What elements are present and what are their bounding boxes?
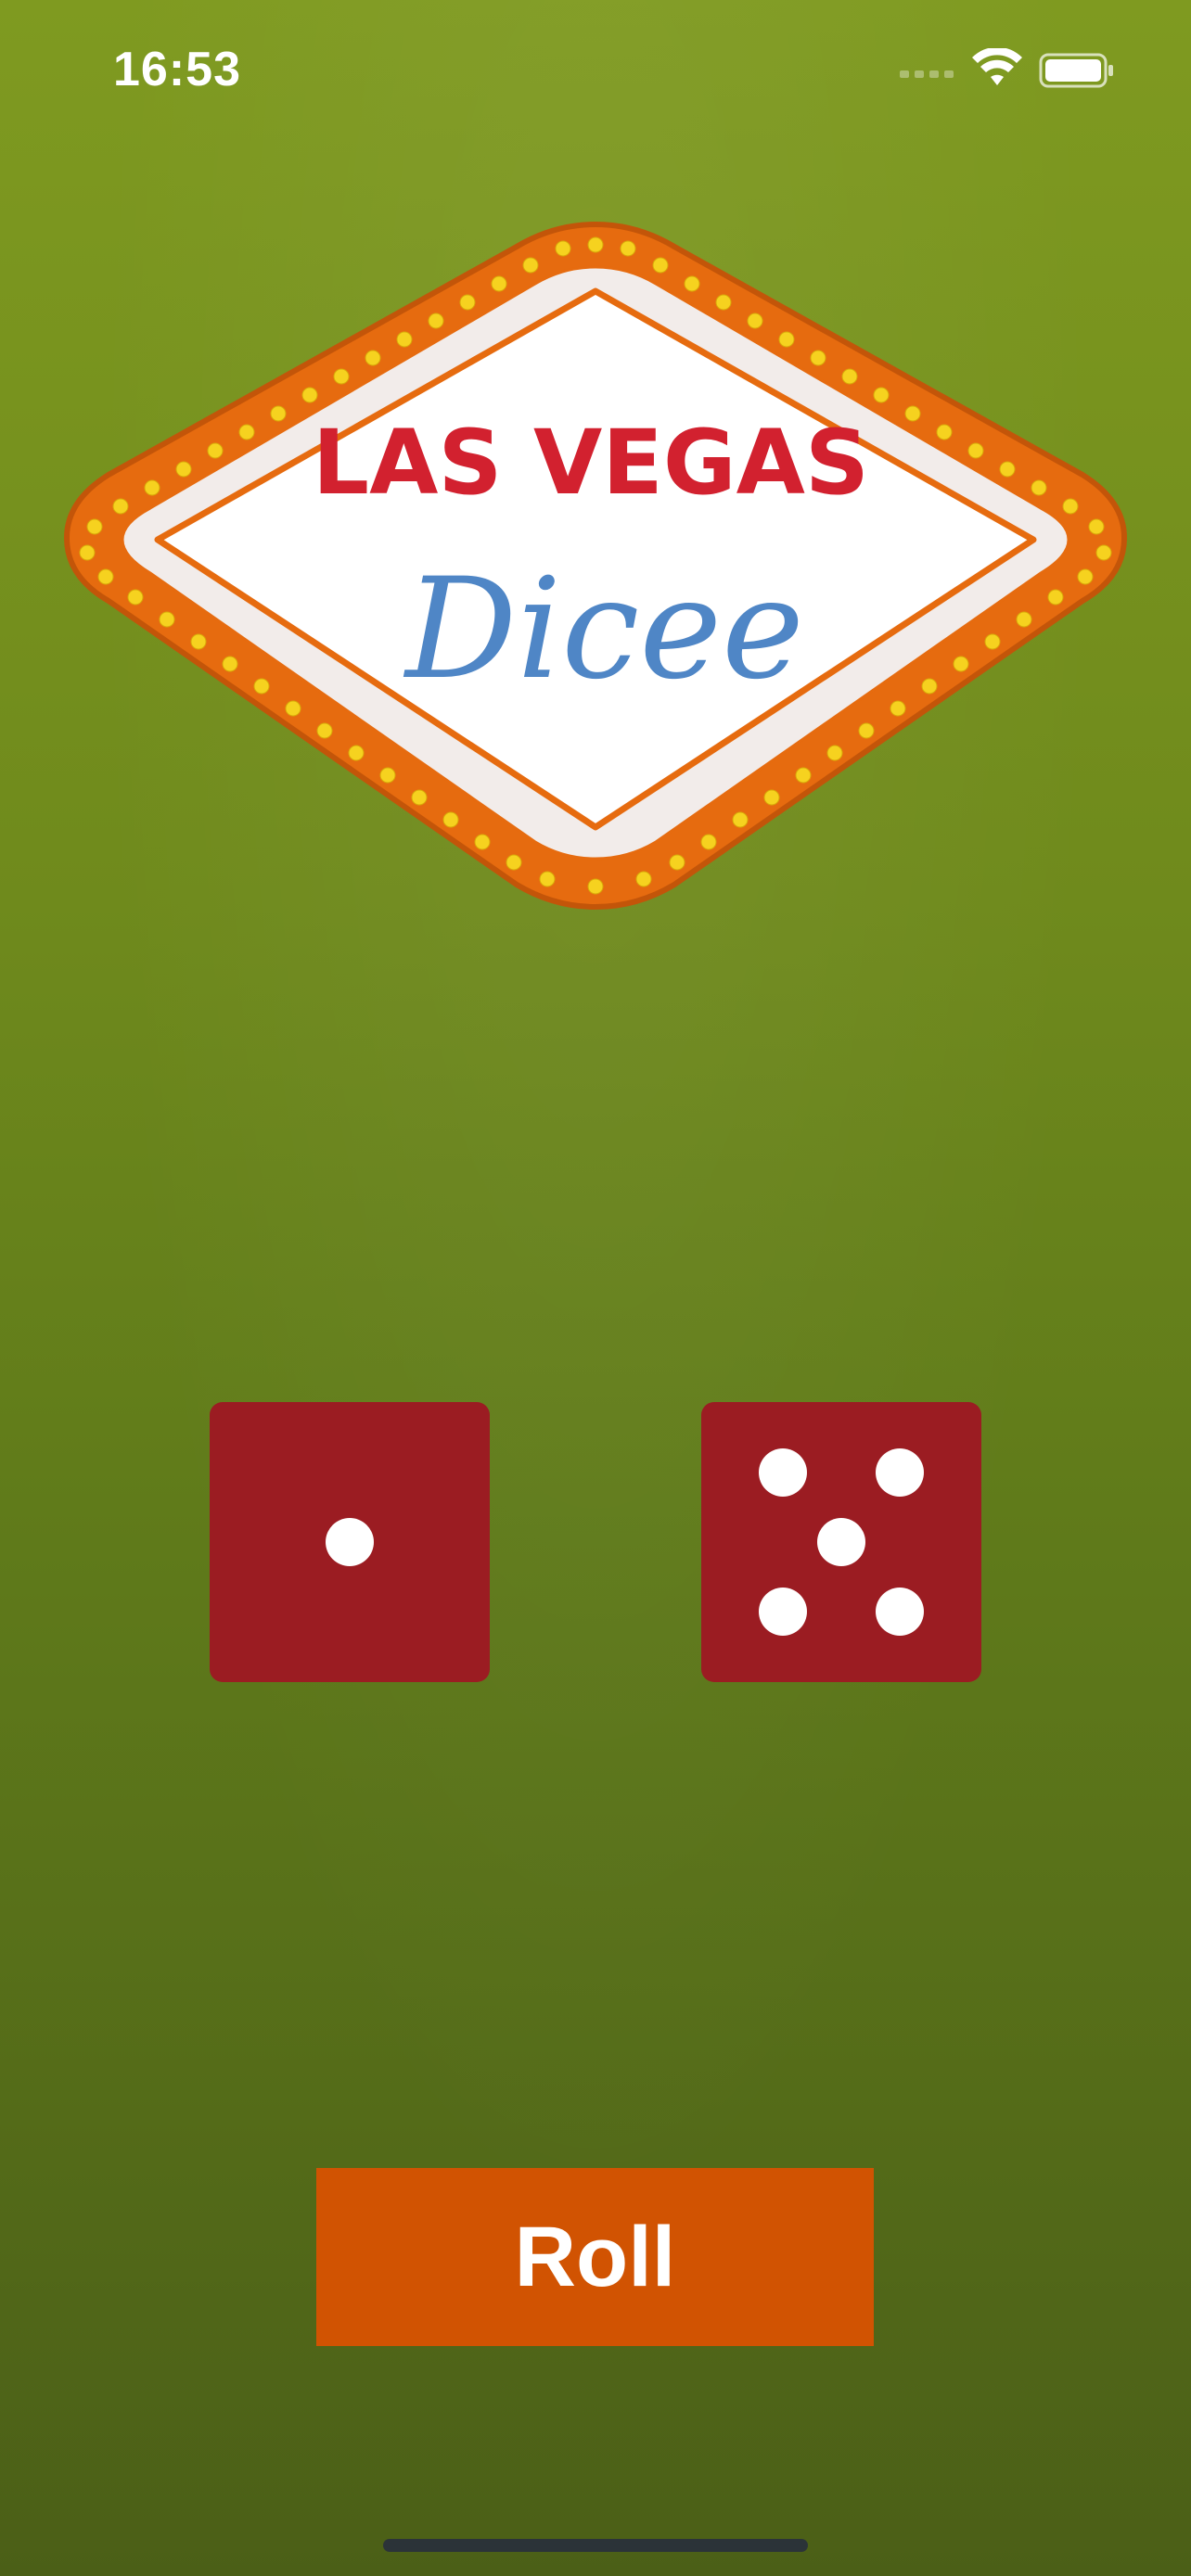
- roll-button[interactable]: Roll: [316, 2168, 874, 2346]
- las-vegas-dicee-logo: LAS VEGAS Dicee: [63, 221, 1128, 911]
- cellular-signal-icon: [900, 70, 954, 78]
- pip: [876, 1588, 924, 1636]
- dice-right: [701, 1402, 981, 1682]
- pip: [759, 1588, 807, 1636]
- logo-subtitle-text: Dicee: [403, 549, 804, 710]
- pip: [326, 1518, 374, 1566]
- logo-title-text: LAS VEGAS: [313, 411, 869, 515]
- home-indicator[interactable]: [383, 2539, 808, 2552]
- status-bar: 16:53: [0, 37, 1191, 102]
- battery-icon: [1039, 53, 1113, 88]
- pip: [876, 1448, 924, 1497]
- pip: [759, 1448, 807, 1497]
- pip: [817, 1518, 865, 1566]
- wifi-icon: [972, 48, 1022, 85]
- status-time: 16:53: [113, 43, 241, 96]
- dice-left: [210, 1402, 490, 1682]
